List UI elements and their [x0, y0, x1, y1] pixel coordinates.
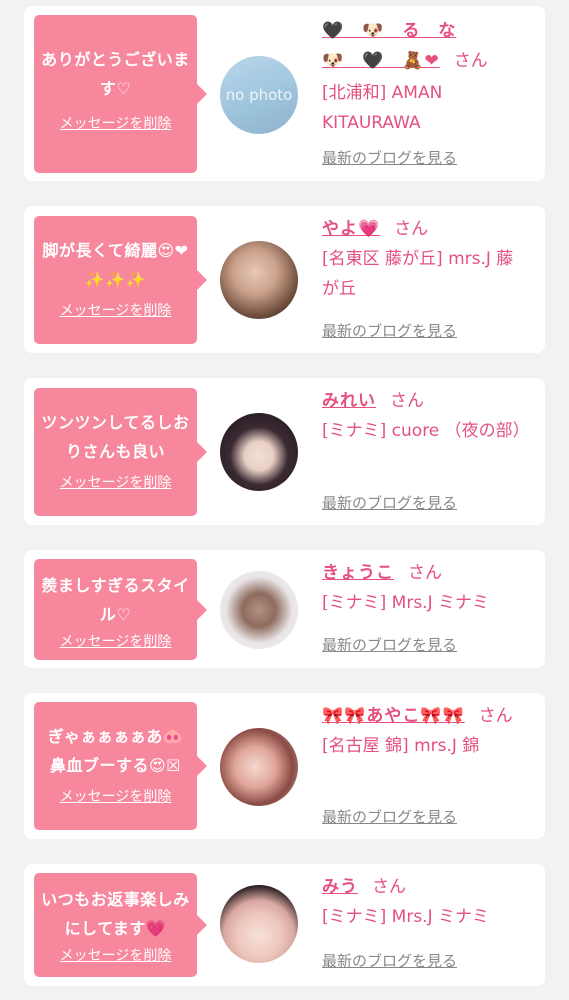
sender-name[interactable]: みれい: [322, 391, 376, 411]
san-suffix: さん: [390, 391, 424, 411]
delete-message-link[interactable]: メッセージを削除: [60, 786, 172, 806]
message-text: いつもお返事楽しみにしてます💗: [41, 890, 190, 938]
delete-message-link[interactable]: メッセージを削除: [60, 300, 172, 320]
message-card: ツンツンしてるしおりさんも良い メッセージを削除 みれい さん [ミナミ] cuo…: [24, 378, 545, 525]
san-suffix: さん: [408, 563, 442, 583]
message-text: ツンツンしてるしおりさんも良い: [41, 413, 190, 461]
sender-name-line: 🖤 🐶 る な 🐶 🖤 🧸❤ さん: [322, 16, 530, 76]
delete-message-link[interactable]: メッセージを削除: [60, 631, 172, 651]
message-bubble: 羨ましすぎるスタイル♡ メッセージを削除: [34, 559, 207, 660]
message-card: いつもお返事楽しみにしてます💗 メッセージを削除 みう さん [ミナミ] Mrs.…: [24, 864, 545, 986]
sender-info: 🎀🎀あやこ🎀🎀 さん [名古屋 錦] mrs.J 錦: [322, 701, 530, 761]
avatar[interactable]: [220, 413, 298, 491]
latest-blog-link[interactable]: 最新のブログを見る: [322, 147, 457, 168]
latest-blog-link[interactable]: 最新のブログを見る: [322, 492, 457, 513]
shop-name: [ミナミ] cuore （夜の部）: [322, 421, 530, 441]
avatar[interactable]: [220, 241, 298, 319]
sender-info: やよ💗 さん [名東区 藤が丘] mrs.J 藤が丘: [322, 214, 530, 304]
sender-name[interactable]: みう: [322, 877, 358, 897]
sender-info: みれい さん [ミナミ] cuore （夜の部）: [322, 386, 530, 446]
sender-info: みう さん [ミナミ] Mrs.J ミナミ: [322, 872, 530, 932]
san-suffix: さん: [372, 877, 406, 897]
shop-name: [名古屋 錦] mrs.J 錦: [322, 736, 480, 756]
latest-blog-link[interactable]: 最新のブログを見る: [322, 950, 457, 971]
message-bubble: ぎゃぁぁぁぁあ🐽鼻血ブーする😍☒ メッセージを削除: [34, 702, 207, 830]
delete-message-link[interactable]: メッセージを削除: [60, 113, 172, 133]
avatar[interactable]: [220, 728, 298, 806]
sender-name-line: やよ💗 さん: [322, 214, 530, 244]
avatar[interactable]: [220, 885, 298, 963]
message-bubble: ツンツンしてるしおりさんも良い メッセージを削除: [34, 388, 207, 516]
sender-name[interactable]: きょうこ: [322, 563, 394, 583]
message-card: 脚が長くて綺麗😍❤✨✨✨ メッセージを削除 やよ💗 さん [名東区 藤が丘] mr…: [24, 206, 545, 353]
shop-name: [名東区 藤が丘] mrs.J 藤が丘: [322, 249, 514, 299]
message-bubble: いつもお返事楽しみにしてます💗 メッセージを削除: [34, 873, 207, 977]
sender-name-line: 🎀🎀あやこ🎀🎀 さん: [322, 701, 530, 731]
shop-name: [北浦和] AMAN KITAURAWA: [322, 83, 443, 133]
message-text: ぎゃぁぁぁぁあ🐽鼻血ブーする😍☒: [47, 727, 184, 775]
latest-blog-link[interactable]: 最新のブログを見る: [322, 634, 457, 655]
message-bubble: ありがとうございます♡ メッセージを削除: [34, 15, 207, 173]
shop-name: [ミナミ] Mrs.J ミナミ: [322, 593, 490, 613]
sender-name-line: みれい さん: [322, 386, 530, 416]
latest-blog-link[interactable]: 最新のブログを見る: [322, 320, 457, 341]
san-suffix: さん: [394, 219, 429, 239]
avatar[interactable]: no photo: [220, 56, 298, 134]
delete-message-link[interactable]: メッセージを削除: [60, 945, 172, 965]
message-card: ぎゃぁぁぁぁあ🐽鼻血ブーする😍☒ メッセージを削除 🎀🎀あやこ🎀🎀 さん [名古屋…: [24, 693, 545, 839]
message-card: 羨ましすぎるスタイル♡ メッセージを削除 きょうこ さん [ミナミ] Mrs.J …: [24, 550, 545, 668]
sender-name[interactable]: 🖤 🐶 る な 🐶 🖤 🧸❤: [322, 21, 456, 71]
delete-message-link[interactable]: メッセージを削除: [60, 472, 172, 492]
no-photo-label: no photo: [225, 86, 293, 104]
sender-info: きょうこ さん [ミナミ] Mrs.J ミナミ: [322, 558, 530, 618]
message-text: 脚が長くて綺麗😍❤✨✨✨: [42, 241, 189, 289]
sender-name[interactable]: 🎀🎀あやこ🎀🎀: [322, 706, 465, 726]
sender-name-line: みう さん: [322, 872, 530, 902]
message-bubble: 脚が長くて綺麗😍❤✨✨✨ メッセージを削除: [34, 216, 207, 344]
avatar[interactable]: [220, 571, 298, 649]
san-suffix: さん: [453, 51, 488, 71]
latest-blog-link[interactable]: 最新のブログを見る: [322, 806, 457, 827]
sender-name-line: きょうこ さん: [322, 558, 530, 588]
san-suffix: さん: [478, 706, 513, 726]
message-text: ありがとうございます♡: [41, 50, 190, 98]
sender-info: 🖤 🐶 る な 🐶 🖤 🧸❤ さん [北浦和] AMAN KITAURAWA: [322, 16, 530, 138]
sender-name[interactable]: やよ💗: [322, 219, 380, 239]
message-card: ありがとうございます♡ メッセージを削除 no photo 🖤 🐶 る な 🐶 …: [24, 6, 545, 181]
shop-name: [ミナミ] Mrs.J ミナミ: [322, 907, 490, 927]
message-text: 羨ましすぎるスタイル♡: [41, 576, 190, 624]
